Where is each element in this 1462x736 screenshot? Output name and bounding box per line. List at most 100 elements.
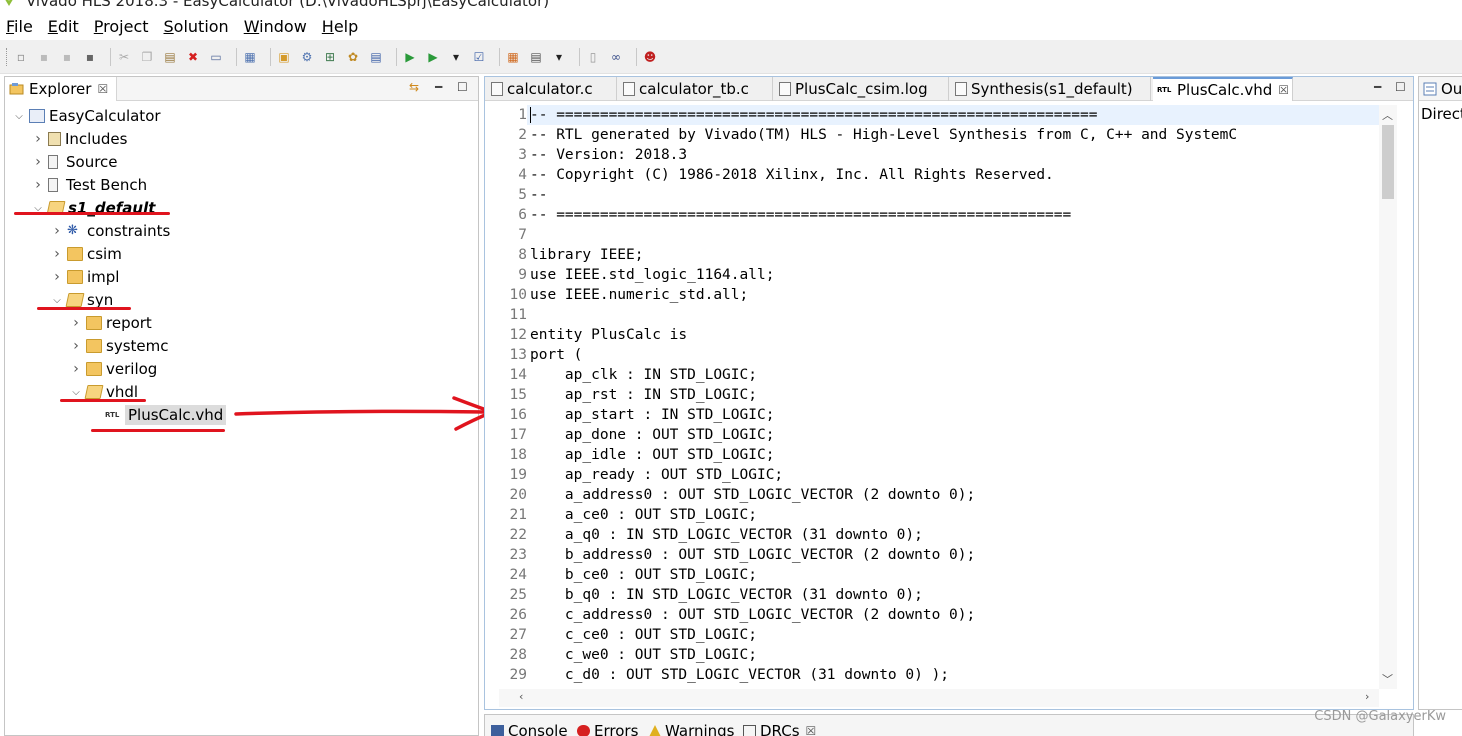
cut-icon[interactable]: ✂ — [116, 49, 132, 65]
code-line: 25 b_q0 : IN STD_LOGIC_VECTOR (31 downto… — [499, 585, 923, 605]
tree-item-includes[interactable]: › Includes — [32, 128, 127, 150]
vertical-scroll-thumb[interactable] — [1382, 125, 1394, 199]
tab-calculator-c[interactable]: calculator.c — [487, 77, 617, 101]
new-icon[interactable]: ▫ — [13, 49, 29, 65]
tab-outline[interactable]: Ou — [1419, 77, 1462, 101]
copy-icon[interactable]: ❐ — [139, 49, 155, 65]
code-line: 29 c_d0 : OUT STD_LOGIC_VECTOR (31 downt… — [499, 665, 950, 685]
tree-item-easycalculator[interactable]: ⌵ EasyCalculator — [13, 105, 160, 127]
rtl-file-icon: RTL — [105, 411, 120, 419]
editor-panel: ━ ☐ calculator.c calculator_tb.c PlusCalc_… — [484, 76, 1414, 710]
window-title: Vivado HLS 2018.3 - EasyCalculator (D:\V… — [26, 0, 550, 10]
csim-icon[interactable]: ▤ — [368, 49, 384, 65]
scroll-down-icon[interactable]: ﹀ — [1382, 671, 1393, 687]
analysis-icon[interactable]: ∞ — [608, 49, 624, 65]
code-editor[interactable]: 1 -- ====================================… — [499, 105, 1379, 689]
editor-maximize-icon[interactable]: ☐ — [1395, 80, 1406, 94]
line-number: 11 — [509, 307, 527, 323]
tab-explorer[interactable]: Explorer ☒ — [5, 77, 118, 101]
report-dropdown-icon[interactable]: ▾ — [551, 49, 567, 65]
export-rtl-icon[interactable]: ▦ — [505, 49, 521, 65]
line-number: 28 — [509, 647, 527, 663]
expand-chevron-down-icon[interactable]: ⌵ — [51, 295, 63, 306]
tab-errors[interactable]: Errors — [573, 719, 638, 736]
tree-item-test-bench[interactable]: › Test Bench — [32, 174, 147, 196]
scroll-right-icon[interactable]: › — [1365, 690, 1369, 703]
open-report-icon[interactable]: ▤ — [528, 49, 544, 65]
print-icon[interactable]: ▭ — [208, 49, 224, 65]
code-line: 14 ap_clk : IN STD_LOGIC; — [499, 365, 757, 385]
menu-mnemonic: F — [6, 16, 15, 36]
tree-item-s1-default[interactable]: ⌵ s1_default — [32, 197, 155, 219]
tab-close-icon[interactable]: ☒ — [1278, 83, 1289, 97]
vertical-scrollbar[interactable]: ︿ ﹀ — [1379, 105, 1397, 689]
save-as-icon[interactable]: ▪ — [82, 49, 98, 65]
tree-item-report[interactable]: › report — [70, 312, 152, 334]
maximize-icon[interactable]: ☐ — [457, 80, 468, 94]
expand-chevron-right-icon[interactable]: › — [51, 246, 63, 262]
save-all-icon[interactable]: ▪ — [59, 49, 75, 65]
run-icon[interactable]: ▶ — [425, 49, 441, 65]
cosim-icon[interactable]: ☑ — [471, 49, 487, 65]
expand-chevron-down-icon[interactable]: ⌵ — [70, 387, 82, 398]
expand-chevron-right-icon[interactable]: › — [32, 154, 44, 170]
paste-icon[interactable]: ▤ — [162, 49, 178, 65]
line-number: 21 — [509, 507, 527, 523]
expand-chevron-right-icon[interactable]: › — [70, 361, 82, 377]
menu-solution[interactable]: Solution — [164, 17, 229, 36]
menu-help[interactable]: Help — [322, 17, 358, 36]
expand-chevron-right-icon[interactable]: › — [70, 338, 82, 354]
synthesis-icon[interactable]: ▶ — [402, 49, 418, 65]
index-source-icon[interactable]: ⊞ — [322, 49, 338, 65]
tab-drcs[interactable]: DRCs ☒ — [739, 719, 816, 736]
compare-icon[interactable]: ▯ — [585, 49, 601, 65]
tree-item-source[interactable]: › Source — [32, 151, 117, 173]
tree-item-systemc[interactable]: › systemc — [70, 335, 168, 357]
code-line: 11 — [499, 305, 530, 325]
explorer-close-icon[interactable]: ☒ — [97, 82, 108, 96]
code-line: 19 ap_ready : OUT STD_LOGIC; — [499, 465, 784, 485]
tab-warnings[interactable]: Warnings — [645, 719, 735, 736]
minimize-icon[interactable]: ━ — [435, 80, 442, 94]
solution-settings-icon[interactable]: ⚙ — [299, 49, 315, 65]
delete-icon[interactable]: ✖ — [185, 49, 201, 65]
tree-item-constraints[interactable]: › ❋ constraints — [51, 220, 170, 242]
horizontal-scrollbar[interactable]: ‹ › — [499, 689, 1379, 707]
tab-pluscalc-vhd[interactable]: RTL PlusCalc.vhd ☒ — [1153, 77, 1293, 101]
editor-minimize-icon[interactable]: ━ — [1374, 80, 1381, 94]
expand-chevron-right-icon[interactable]: › — [32, 131, 44, 147]
menu-file[interactable]: File — [6, 17, 33, 36]
line-number: 19 — [509, 467, 527, 483]
expand-chevron-right-icon[interactable]: › — [32, 177, 44, 193]
project-settings-icon[interactable]: ▦ — [242, 49, 258, 65]
debug-icon[interactable]: ☻ — [642, 49, 658, 65]
tree-item-csim[interactable]: › csim — [51, 243, 122, 265]
menu-edit[interactable]: Edit — [48, 17, 79, 36]
console-tab-label: Warnings — [665, 722, 735, 736]
tab-console[interactable]: Console — [487, 719, 568, 736]
scroll-left-icon[interactable]: ‹ — [519, 690, 523, 703]
expand-chevron-right-icon[interactable]: › — [70, 315, 82, 331]
directive-icon[interactable]: ✿ — [345, 49, 361, 65]
save-icon[interactable]: ▪ — [36, 49, 52, 65]
tab-pluscalc-csim-log[interactable]: PlusCalc_csim.log — [775, 77, 949, 101]
tab-synthesis-s1-default[interactable]: Synthesis(s1_default) — [951, 77, 1151, 101]
console-tab-close-icon[interactable]: ☒ — [806, 724, 817, 736]
menu-window[interactable]: Window — [244, 17, 307, 36]
link-editor-icon[interactable]: ⇆ — [409, 80, 419, 94]
code-line: 13 port ( — [499, 345, 583, 365]
menu-project[interactable]: Project — [94, 17, 149, 36]
expand-chevron-down-icon[interactable]: ⌵ — [13, 111, 25, 122]
tree-item-impl[interactable]: › impl — [51, 266, 119, 288]
expand-chevron-right-icon[interactable]: › — [51, 223, 63, 239]
tree-item-verilog[interactable]: › verilog — [70, 358, 157, 380]
tree-item-pluscalc-vhd[interactable]: RTL PlusCalc.vhd — [89, 404, 227, 426]
run-dropdown-icon[interactable]: ▾ — [448, 49, 464, 65]
folder-icon — [67, 270, 83, 284]
tree-item-label: verilog — [106, 360, 158, 378]
scroll-up-icon[interactable]: ︿ — [1382, 107, 1393, 123]
code-text: a_ce0 : OUT STD_LOGIC; — [530, 507, 757, 523]
expand-chevron-right-icon[interactable]: › — [51, 269, 63, 285]
new-solution-icon[interactable]: ▣ — [276, 49, 292, 65]
tab-calculator-tb-c[interactable]: calculator_tb.c — [619, 77, 773, 101]
